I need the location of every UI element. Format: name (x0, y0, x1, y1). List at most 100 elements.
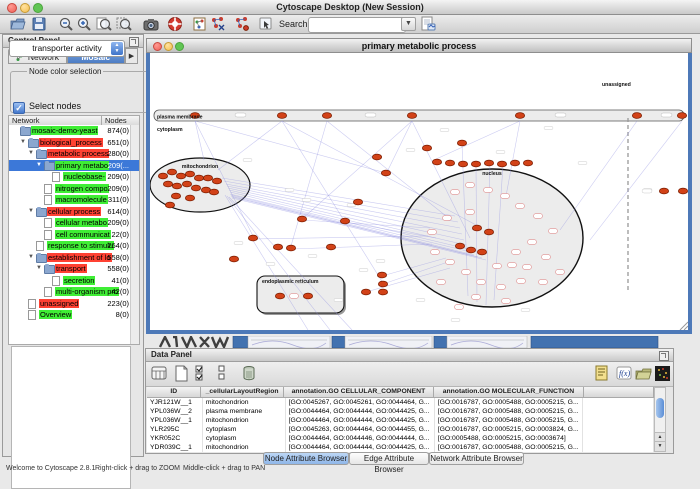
open-icon[interactable] (10, 16, 26, 32)
network-node[interactable] (515, 113, 524, 119)
network-node[interactable] (472, 225, 481, 231)
delete-attribute-icon[interactable] (241, 365, 258, 382)
network-node[interactable] (556, 270, 565, 275)
help-lifering-icon[interactable] (167, 16, 183, 32)
tree-expand-icon[interactable]: ▼ (36, 265, 42, 271)
network-node[interactable] (167, 169, 176, 175)
tree-row[interactable]: unassigned223(0) (9, 298, 139, 310)
minimize-view-icon[interactable] (164, 42, 173, 51)
column-header[interactable]: _cellularLayoutRegion (201, 387, 283, 397)
network-node[interactable] (484, 229, 493, 235)
tree-expand-icon[interactable]: ▼ (36, 162, 42, 168)
network-node[interactable] (203, 175, 212, 181)
network-node[interactable] (361, 289, 370, 295)
network-node[interactable] (677, 113, 686, 119)
network-node[interactable] (191, 185, 200, 191)
network-node[interactable] (472, 295, 481, 300)
notes-icon[interactable] (594, 365, 611, 382)
tree-row[interactable]: multi-organism pro42(0) (9, 286, 139, 298)
network-node[interactable] (273, 244, 282, 250)
network-node[interactable] (517, 279, 526, 284)
network-node[interactable] (437, 280, 446, 285)
network-node[interactable] (158, 173, 167, 179)
tree-row[interactable]: ▼metabolic process280(0) (9, 148, 139, 160)
minimize-window-icon[interactable] (20, 3, 30, 13)
tree-row[interactable]: nitrogen compo209(0) (9, 183, 139, 195)
zoom-window-icon[interactable] (33, 3, 43, 13)
save-icon[interactable] (31, 16, 47, 32)
network-node[interactable] (534, 214, 543, 219)
tree-row[interactable]: Overview8(0) (9, 309, 139, 321)
network-node[interactable] (512, 250, 521, 255)
network-node[interactable] (462, 270, 471, 275)
destroy-view-icon[interactable] (234, 16, 250, 32)
network-node[interactable] (497, 285, 506, 290)
network-node[interactable] (407, 113, 416, 119)
network-node[interactable] (457, 140, 466, 146)
network-node[interactable] (381, 170, 390, 176)
network-node[interactable] (297, 216, 306, 222)
table-row[interactable]: YDR039C__1mitochondrion[GO:0044464, GO:0… (147, 443, 654, 452)
zoom-view-icon[interactable] (175, 42, 184, 51)
import-attributes-icon[interactable] (635, 365, 652, 382)
select-mode-icon[interactable] (258, 16, 274, 32)
network-node[interactable] (275, 293, 284, 299)
tree-row[interactable]: ▼establishment of lo558(0) (9, 252, 139, 264)
network-node[interactable] (539, 280, 548, 285)
network-node[interactable] (471, 161, 480, 167)
network-node[interactable] (194, 175, 203, 181)
network-node[interactable] (176, 173, 185, 179)
tabs-overflow-arrow-icon[interactable]: ▶ (125, 48, 138, 64)
network-node[interactable] (523, 265, 532, 270)
tree-row[interactable]: secretion41(0) (9, 275, 139, 287)
network-node[interactable] (378, 289, 387, 295)
table-row[interactable]: YPL036W__2plasma membrane[GO:0044464, GO… (147, 407, 654, 416)
tree-row[interactable]: ▼primary metabo209(... (9, 160, 139, 172)
network-node[interactable] (353, 199, 362, 205)
network-node[interactable] (209, 189, 218, 195)
float-panel-icon[interactable] (659, 351, 669, 361)
tree-row[interactable]: macromolecule311(0) (9, 194, 139, 206)
network-node[interactable] (229, 256, 238, 262)
zoom-fit-page-icon[interactable] (96, 16, 112, 32)
network-node[interactable] (549, 229, 558, 234)
column-header[interactable]: ID (147, 387, 201, 397)
network-node[interactable] (165, 202, 174, 208)
network-node[interactable] (455, 305, 464, 310)
scroll-down-icon[interactable]: ▼ (655, 441, 665, 451)
network-node[interactable] (326, 244, 335, 250)
network-node[interactable] (428, 230, 437, 235)
network-node[interactable] (501, 194, 510, 199)
bottom-tab-edge[interactable]: Edge Attribute Browser (349, 452, 429, 465)
network-node[interactable] (303, 293, 312, 299)
network-node[interactable] (431, 250, 440, 255)
network-node[interactable] (446, 260, 455, 265)
network-node[interactable] (484, 188, 493, 193)
tree-row[interactable]: ▼biological_process651(0) (9, 137, 139, 149)
network-node[interactable] (286, 245, 295, 251)
network-node[interactable] (248, 235, 257, 241)
network-node[interactable] (659, 188, 668, 194)
close-view-icon[interactable] (153, 42, 162, 51)
bottom-tab-node[interactable]: Node Attribute Browser (263, 452, 349, 465)
network-node[interactable] (493, 264, 502, 269)
new-attribute-icon[interactable] (173, 365, 190, 382)
column-header[interactable]: annotation.GO CELLULAR_COMPONENT (284, 387, 435, 397)
tree-expand-icon[interactable]: ▼ (28, 208, 34, 214)
snapshot-camera-icon[interactable] (143, 16, 159, 32)
column-header[interactable] (584, 387, 654, 397)
network-node[interactable] (422, 145, 431, 151)
zoom-in-icon[interactable] (76, 16, 92, 32)
network-node[interactable] (277, 113, 286, 119)
network-node[interactable] (528, 240, 537, 245)
network-node[interactable] (510, 160, 519, 166)
network-node[interactable] (678, 188, 687, 194)
table-scrollbar-thumb[interactable] (656, 398, 664, 418)
network-node[interactable] (466, 183, 475, 188)
network-node[interactable] (163, 181, 172, 187)
network-view-titlebar[interactable]: primary metabolic process (146, 38, 692, 53)
network-node[interactable] (451, 190, 460, 195)
network-node[interactable] (542, 255, 551, 260)
create-view-icon[interactable] (210, 16, 226, 32)
tree-expand-icon[interactable]: ▼ (28, 254, 34, 260)
